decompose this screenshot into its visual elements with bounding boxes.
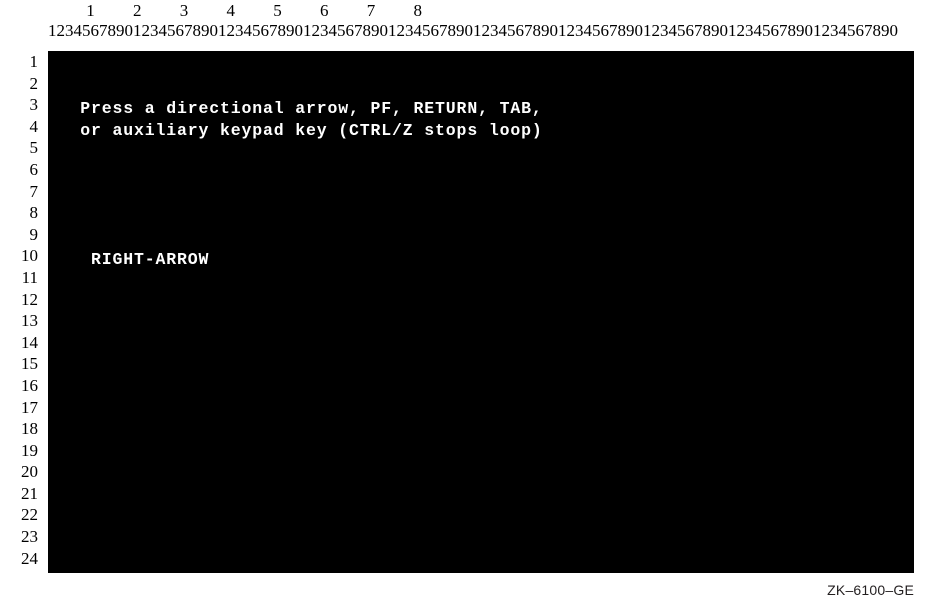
terminal-line: or auxiliary keypad key (CTRL/Z stops lo… [48, 120, 543, 140]
line-number: 14 [21, 332, 38, 352]
terminal-figure: 1 2 3 4 5 6 7 8 123456789012345678901234… [0, 0, 928, 605]
terminal-line: Press a directional arrow, PF, RETURN, T… [48, 99, 543, 119]
line-number: 7 [29, 181, 39, 201]
ruler-tens-row: 1 2 3 4 5 6 7 8 [48, 1, 422, 20]
terminal-line: RIGHT-ARROW [48, 250, 210, 270]
line-number: 15 [21, 354, 38, 374]
line-number: 20 [21, 462, 38, 482]
ruler-ones-row: 1234567890123456789012345678901234567890… [48, 21, 898, 40]
line-number: 22 [21, 505, 38, 525]
line-number: 17 [21, 397, 38, 417]
line-number: 9 [29, 224, 39, 244]
line-number: 19 [21, 440, 38, 460]
line-number: 3 [29, 95, 39, 115]
line-number: 16 [21, 375, 38, 395]
terminal-screen[interactable]: Press a directional arrow, PF, RETURN, T… [48, 51, 914, 573]
line-number: 4 [29, 116, 39, 136]
line-number: 21 [21, 483, 38, 503]
line-number: 23 [21, 527, 38, 547]
line-number: 5 [29, 138, 39, 158]
line-number-gutter: 1 2 3 4 5 6 7 8 9 10 11 12 13 14 15 16 17 18 19 20 21 22 23 24 [0, 51, 44, 573]
line-number: 10 [21, 246, 38, 266]
figure-caption: ZK–6100–GE [827, 582, 914, 598]
line-number: 13 [21, 311, 38, 331]
line-number: 18 [21, 419, 38, 439]
line-number: 12 [21, 289, 38, 309]
column-ruler: 1 2 3 4 5 6 7 8 123456789012345678901234… [48, 0, 914, 48]
line-number: 11 [21, 267, 38, 287]
terminal-screen-rows: Press a directional arrow, PF, RETURN, T… [48, 55, 914, 573]
line-number: 1 [29, 52, 39, 71]
line-number: 8 [29, 203, 39, 223]
line-number: 2 [29, 73, 39, 93]
line-number: 6 [29, 159, 39, 179]
line-number: 24 [21, 548, 38, 568]
